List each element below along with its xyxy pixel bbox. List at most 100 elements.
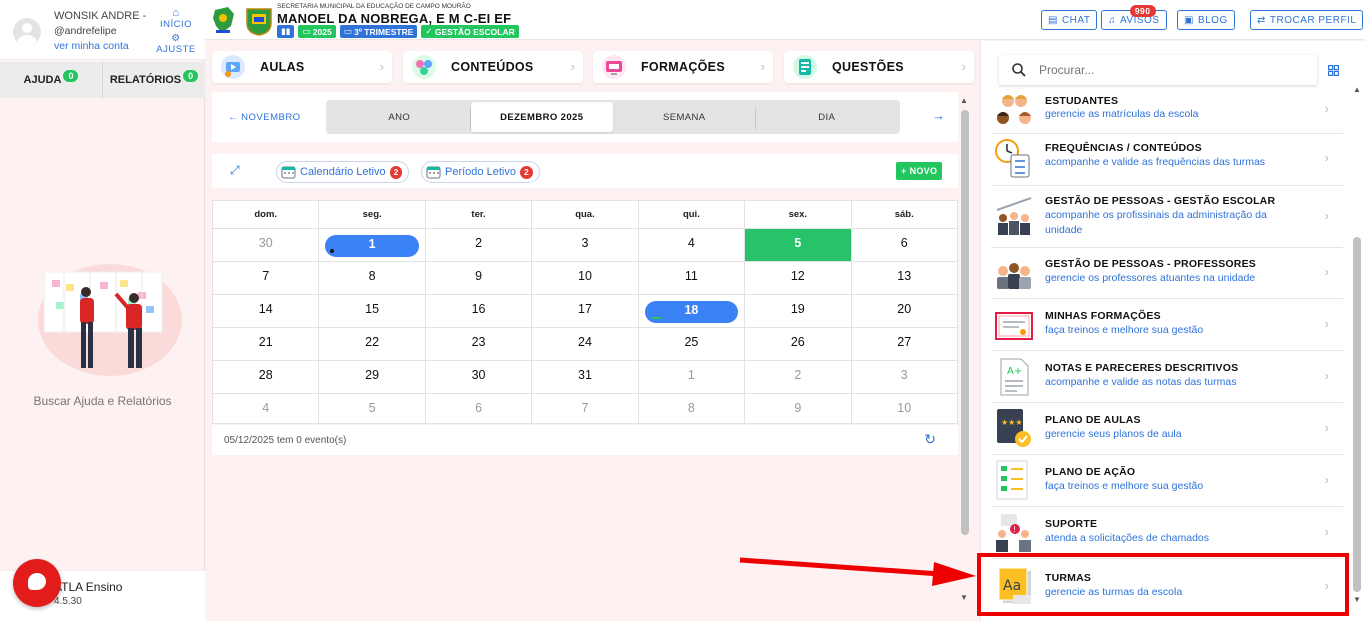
calendar-day[interactable]: 20 (852, 295, 957, 327)
module-plano-acao[interactable]: PLANO DE AÇÃO faça treinos e melhore sua… (991, 455, 1343, 507)
scroll-up-icon[interactable]: ▲ (1353, 85, 1361, 94)
modules-scrollbar[interactable]: ▲ ▼ (1352, 85, 1362, 609)
calendar-day-selected[interactable]: 5 (745, 229, 852, 261)
module-suporte[interactable]: ! SUPORTE atenda a solicitações de chama… (991, 507, 1343, 559)
module-notas[interactable]: A+ NOTAS E PARECERES DESCRITIVOS acompan… (991, 351, 1343, 403)
calendar-day[interactable]: 18 (639, 295, 746, 327)
prev-month-button[interactable]: ← NOVEMBRO (228, 112, 301, 123)
chat-bubble-button[interactable] (13, 559, 61, 607)
calendar-icon: ▭ (343, 26, 352, 36)
tab-mes[interactable]: DEZEMBRO 2025 (470, 102, 613, 132)
stats-chip[interactable]: ▮▮ (277, 25, 295, 38)
avisos-button[interactable]: ♫ AVISOS 990 (1101, 5, 1167, 30)
calendar-day[interactable]: 6 (852, 229, 957, 261)
scroll-up-icon[interactable]: ▲ (960, 96, 968, 105)
module-plano-aulas[interactable]: ★★★ PLANO DE AULAS gerencie seus planos … (991, 403, 1343, 455)
calendar-day[interactable]: 24 (532, 328, 639, 360)
year-chip[interactable]: ▭ 2025 (298, 25, 336, 38)
calendar-day[interactable]: 8 (639, 394, 746, 427)
periodo-letivo-filter[interactable]: Período Letivo 2 (421, 161, 540, 183)
avatar[interactable] (13, 18, 41, 46)
calendar-day[interactable]: 9 (426, 262, 533, 294)
trocar-perfil-button[interactable]: ⇄ TROCAR PERFIL (1250, 10, 1364, 30)
tab-ajuda[interactable]: AJUDA 0 (0, 62, 102, 98)
calendar-day[interactable]: 15 (319, 295, 426, 327)
scrollbar-thumb[interactable] (1353, 237, 1361, 592)
refresh-icon[interactable]: ↻ (924, 431, 936, 448)
inicio-button[interactable]: ⌂ INÍCIO (156, 8, 196, 31)
calendar-day[interactable]: 7 (213, 262, 320, 294)
scroll-down-icon[interactable]: ▼ (1353, 595, 1361, 604)
nav-questoes[interactable]: QUESTÕES › (784, 51, 974, 83)
calendar-day[interactable]: 6 (426, 394, 533, 427)
profile-link[interactable]: ver minha conta (54, 40, 129, 52)
calendar-day[interactable]: 2 (745, 361, 852, 393)
tab-dia[interactable]: DIA (756, 102, 899, 132)
calendar-day[interactable]: 19 (745, 295, 852, 327)
module-minhas-formacoes[interactable]: MINHAS FORMAÇÕES faça treinos e melhore … (991, 299, 1343, 351)
next-month-button[interactable]: → (932, 108, 945, 123)
mode-chip[interactable]: ✓ GESTÃO ESCOLAR (421, 25, 519, 38)
search-box[interactable] (999, 55, 1317, 85)
calendar-day[interactable]: 31 (532, 361, 639, 393)
term-chip[interactable]: ▭ 3º TRIMESTRE (339, 25, 418, 38)
main-scrollbar[interactable]: ▲ ▼ (958, 96, 970, 608)
calendar-day[interactable]: 14 (213, 295, 320, 327)
nav-formacoes[interactable]: FORMAÇÕES › (593, 51, 773, 83)
blog-button[interactable]: ▣ BLOG (1177, 10, 1235, 30)
calendar-day[interactable]: 1 (639, 361, 746, 393)
calendar-day[interactable]: 25 (639, 328, 746, 360)
lesson-plan-icon: ★★★ (997, 409, 1031, 447)
calendar-day[interactable]: 3 (852, 361, 957, 393)
day-number: 29 (365, 368, 380, 382)
calendar-day[interactable]: 5 (319, 394, 426, 427)
calendario-letivo-filter[interactable]: Calendário Letivo 2 (276, 161, 410, 183)
grid-view-icon[interactable] (1328, 65, 1339, 76)
calendar-day[interactable]: 21 (213, 328, 320, 360)
tab-relatorios[interactable]: RELATÓRIOS 0 (102, 62, 205, 98)
calendar-day[interactable]: 27 (852, 328, 957, 360)
school-name[interactable]: MANOEL DA NOBREGA, E M C-EI EF (277, 11, 511, 26)
event-marker[interactable]: 1 (325, 235, 419, 257)
tab-ano[interactable]: ANO (328, 102, 471, 132)
nav-aulas[interactable]: AULAS › (212, 51, 392, 83)
calendar-day[interactable]: 13 (852, 262, 957, 294)
novo-button[interactable]: + NOVO (896, 162, 943, 180)
search-input[interactable] (1039, 61, 1299, 79)
chat-button[interactable]: ▤ CHAT (1041, 10, 1098, 30)
calendar-day[interactable]: 2 (426, 229, 533, 261)
calendar-day[interactable]: 12 (745, 262, 852, 294)
module-frequencias[interactable]: FREQUÊNCIAS / CONTEÚDOS acompanhe e vali… (991, 134, 1343, 186)
module-estudantes[interactable]: ESTUDANTES gerencie as matrículas da esc… (991, 91, 1343, 134)
scrollbar-thumb[interactable] (961, 110, 969, 535)
expand-icon[interactable]: ⤢ (230, 163, 240, 178)
ajuste-button[interactable]: ⚙ AJUSTE (154, 34, 198, 56)
module-gestao-escolar[interactable]: GESTÃO DE PESSOAS - GESTÃO ESCOLAR acomp… (991, 186, 1343, 248)
calendar-day[interactable]: 4 (639, 229, 746, 261)
calendar-day[interactable]: 16 (426, 295, 533, 327)
mode-label: GESTÃO ESCOLAR (434, 26, 515, 37)
nav-conteudos[interactable]: CONTEÚDOS › (403, 51, 583, 83)
calendar-day[interactable]: 9 (745, 394, 852, 427)
module-professores[interactable]: GESTÃO DE PESSOAS - PROFESSORES gerencie… (991, 248, 1343, 299)
calendar-day[interactable]: 22 (319, 328, 426, 360)
day-number: 5 (368, 401, 376, 415)
calendar-day[interactable]: 10 (532, 262, 639, 294)
calendar-day[interactable]: 8 (319, 262, 426, 294)
event-marker[interactable]: 18 (644, 301, 739, 323)
calendar-day[interactable]: 26 (745, 328, 852, 360)
calendar-day[interactable]: 17 (532, 295, 639, 327)
calendar-day[interactable]: 28 (213, 361, 320, 393)
calendar-day[interactable]: 11 (639, 262, 746, 294)
scroll-down-icon[interactable]: ▼ (960, 593, 968, 602)
calendar-day[interactable]: 3 (532, 229, 639, 261)
calendar-day[interactable]: 10 (852, 394, 957, 427)
calendar-day[interactable]: 29 (319, 361, 426, 393)
calendar-day[interactable]: 4 (213, 394, 320, 427)
calendar-day[interactable]: 30 (213, 229, 320, 261)
calendar-day[interactable]: 1 (319, 229, 426, 261)
calendar-day[interactable]: 7 (532, 394, 639, 427)
calendar-day[interactable]: 23 (426, 328, 533, 360)
calendar-day[interactable]: 30 (426, 361, 533, 393)
tab-semana[interactable]: SEMANA (613, 102, 756, 132)
